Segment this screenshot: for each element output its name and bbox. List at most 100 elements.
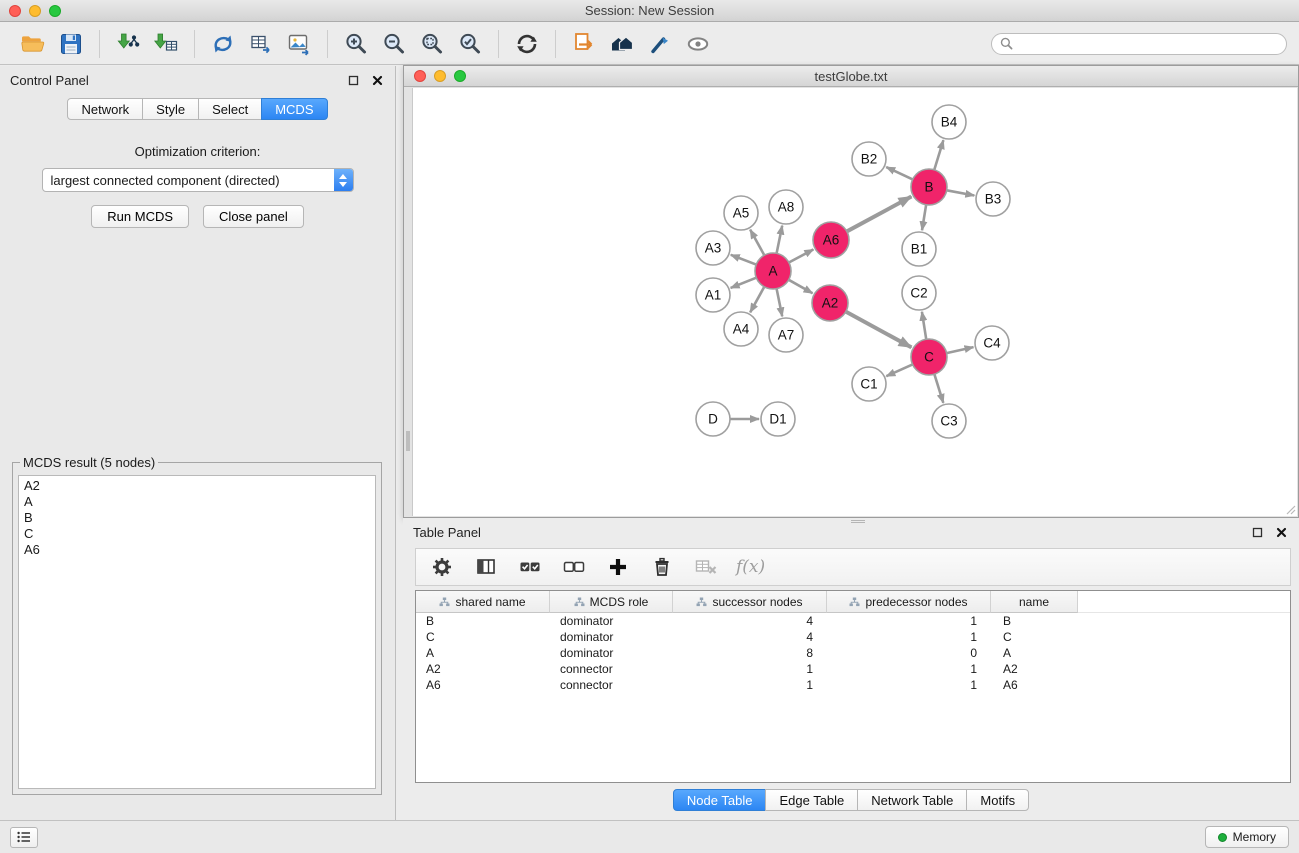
edge-B-B1[interactable] (922, 205, 926, 230)
table-row[interactable]: Cdominator41C (416, 629, 1290, 645)
edge-A-A4[interactable] (750, 287, 764, 313)
criterion-dropdown[interactable]: largest connected component (directed) (42, 168, 354, 192)
apply-layout-icon[interactable] (512, 29, 542, 59)
mcds-result-item[interactable]: A6 (24, 542, 370, 558)
graph-node-B4[interactable]: B4 (932, 105, 966, 139)
graph-node-C1[interactable]: C1 (852, 367, 886, 401)
minimize-window-button[interactable] (29, 5, 41, 17)
table-row[interactable]: A6connector11A6 (416, 677, 1290, 693)
zoom-selected-icon[interactable] (455, 29, 485, 59)
graph-node-C4[interactable]: C4 (975, 326, 1009, 360)
import-file-icon[interactable] (569, 29, 599, 59)
search-box[interactable] (991, 33, 1287, 55)
column-header-shared-name[interactable]: shared name (416, 591, 550, 613)
tab-network-table[interactable]: Network Table (857, 789, 967, 811)
splitter-grip[interactable] (406, 431, 410, 443)
table-row[interactable]: A2connector11A2 (416, 661, 1290, 677)
horizontal-splitter-grip[interactable] (851, 520, 865, 523)
zoom-out-icon[interactable] (379, 29, 409, 59)
edge-C-C4[interactable] (947, 347, 974, 353)
table-row[interactable]: Adominator80A (416, 645, 1290, 661)
edge-C-C1[interactable] (886, 364, 912, 376)
open-file-icon[interactable] (18, 29, 48, 59)
deselect-all-icon[interactable] (560, 553, 588, 581)
style-brush-icon[interactable] (645, 29, 675, 59)
graph-node-A3[interactable]: A3 (696, 231, 730, 265)
column-header-successor-nodes[interactable]: successor nodes (673, 591, 827, 613)
insert-column-icon[interactable] (472, 553, 500, 581)
tab-edge-table[interactable]: Edge Table (765, 789, 858, 811)
search-input[interactable] (1018, 36, 1278, 51)
tab-style[interactable]: Style (142, 98, 199, 120)
add-row-icon[interactable] (604, 553, 632, 581)
zoom-in-icon[interactable] (341, 29, 371, 59)
graph-node-A[interactable]: A (755, 253, 791, 289)
graph-node-C[interactable]: C (911, 339, 947, 375)
network-close-button[interactable] (414, 70, 426, 82)
show-hide-icon[interactable] (683, 29, 713, 59)
zoom-window-button[interactable] (49, 5, 61, 17)
network-window-titlebar[interactable]: testGlobe.txt (404, 66, 1298, 87)
delete-table-icon[interactable] (692, 553, 720, 581)
export-image-icon[interactable] (284, 29, 314, 59)
edge-C-C2[interactable] (922, 312, 926, 339)
memory-button[interactable]: Memory (1205, 826, 1289, 848)
graph-node-A4[interactable]: A4 (724, 312, 758, 346)
edge-A-A6[interactable] (789, 249, 813, 262)
function-builder-icon[interactable]: f(x) (736, 557, 765, 577)
mcds-result-item[interactable]: B (24, 510, 370, 526)
graph-node-A8[interactable]: A8 (769, 190, 803, 224)
zoom-fit-icon[interactable] (417, 29, 447, 59)
close-panel-button[interactable]: Close panel (203, 205, 304, 228)
graph-node-B[interactable]: B (911, 169, 947, 205)
edge-A-A3[interactable] (731, 255, 756, 265)
close-panel-icon[interactable] (369, 73, 385, 87)
graph-node-A1[interactable]: A1 (696, 278, 730, 312)
save-session-icon[interactable] (56, 29, 86, 59)
new-network-from-table-icon[interactable] (246, 29, 276, 59)
graph-node-C3[interactable]: C3 (932, 404, 966, 438)
graph-node-A6[interactable]: A6 (813, 222, 849, 258)
tab-network[interactable]: Network (67, 98, 143, 120)
tab-select[interactable]: Select (198, 98, 262, 120)
column-header-name[interactable]: name (991, 591, 1078, 613)
settings-gear-icon[interactable] (428, 553, 456, 581)
mcds-result-item[interactable]: C (24, 526, 370, 542)
edge-B-B2[interactable] (886, 167, 912, 179)
edge-A-A2[interactable] (789, 280, 813, 293)
graph-node-B2[interactable]: B2 (852, 142, 886, 176)
graph-node-A7[interactable]: A7 (769, 318, 803, 352)
graph-node-D1[interactable]: D1 (761, 402, 795, 436)
mcds-result-item[interactable]: A2 (24, 478, 370, 494)
tab-mcds[interactable]: MCDS (261, 98, 327, 120)
edge-A-A8[interactable] (777, 226, 783, 254)
graph-node-B1[interactable]: B1 (902, 232, 936, 266)
network-merge-icon[interactable] (208, 29, 238, 59)
resize-corner-icon[interactable] (1284, 503, 1296, 515)
network-canvas[interactable]: AA1A2A3A4A5A6A7A8BB1B2B3B4CC1C2C3C4DD1 (412, 88, 1297, 516)
close-panel-icon[interactable] (1273, 525, 1289, 539)
network-minimize-button[interactable] (434, 70, 446, 82)
task-history-button[interactable] (10, 827, 38, 848)
graph-node-A5[interactable]: A5 (724, 196, 758, 230)
network-zoom-button[interactable] (454, 70, 466, 82)
edge-C-C3[interactable] (934, 374, 943, 403)
edge-A2-C[interactable] (846, 312, 912, 348)
mcds-result-list[interactable]: A2ABCA6 (18, 475, 376, 789)
edge-A6-B[interactable] (847, 197, 912, 232)
run-mcds-button[interactable]: Run MCDS (91, 205, 189, 228)
graph-node-D[interactable]: D (696, 402, 730, 436)
tab-motifs[interactable]: Motifs (966, 789, 1029, 811)
edge-A-A5[interactable] (750, 230, 764, 256)
edge-A-A7[interactable] (777, 289, 783, 317)
edge-A-A1[interactable] (731, 278, 757, 288)
edge-B-B3[interactable] (947, 190, 975, 195)
network-graph[interactable]: AA1A2A3A4A5A6A7A8BB1B2B3B4CC1C2C3C4DD1 (413, 88, 1297, 516)
float-panel-icon[interactable] (345, 73, 361, 87)
column-header-predecessor-nodes[interactable]: predecessor nodes (827, 591, 991, 613)
close-window-button[interactable] (9, 5, 21, 17)
graph-node-A2[interactable]: A2 (812, 285, 848, 321)
select-all-icon[interactable] (516, 553, 544, 581)
mcds-result-item[interactable]: A (24, 494, 370, 510)
graph-node-B3[interactable]: B3 (976, 182, 1010, 216)
